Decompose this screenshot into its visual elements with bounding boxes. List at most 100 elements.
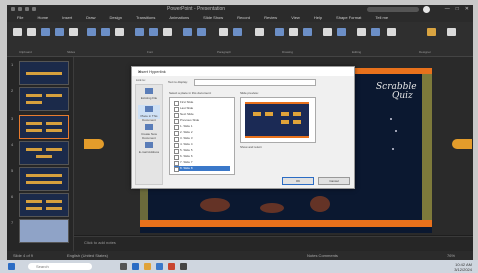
screen-recording-icon[interactable] — [387, 28, 396, 36]
place-list[interactable]: First Slide Last Slide Next Slide Previo… — [169, 97, 235, 175]
group-clipboard: Clipboard — [19, 50, 32, 54]
close-button[interactable]: ✕ — [465, 6, 469, 12]
tab-tell-me[interactable]: Tell me — [375, 14, 388, 22]
category-existing-file[interactable]: Existing File — [138, 87, 160, 101]
list-item[interactable]: 1. Slide 1 — [174, 124, 230, 130]
list-item[interactable]: 2. Slide 2 — [174, 130, 230, 136]
tab-design[interactable]: Design — [109, 14, 121, 22]
text-box-icon[interactable] — [275, 28, 284, 36]
cancel-button[interactable]: Cancel — [318, 177, 350, 185]
system-tray[interactable]: 10:42 AM 3/12/2024 — [454, 262, 472, 272]
new-slide-icon[interactable] — [27, 28, 36, 36]
list-item[interactable]: 5. Slide 5 — [174, 148, 230, 154]
language-indicator[interactable]: English (United States) — [67, 253, 108, 258]
ok-button[interactable]: OK — [282, 177, 314, 185]
avatar[interactable] — [423, 6, 430, 13]
task-view-icon[interactable] — [120, 263, 127, 270]
tab-slide-show[interactable]: Slide Show — [203, 14, 223, 22]
notes-pane[interactable]: Click to add notes — [74, 236, 473, 251]
group-drawing: Drawing — [282, 50, 294, 54]
slide-thumbnail[interactable]: 4 — [11, 141, 69, 165]
shapes-icon[interactable] — [135, 28, 144, 36]
list-item[interactable]: 4. Slide 4 — [174, 142, 230, 148]
edge-icon[interactable] — [132, 263, 139, 270]
smartart-icon[interactable] — [183, 28, 192, 36]
list-item[interactable]: First Slide — [174, 100, 230, 106]
window-controls: — □ ✕ — [445, 6, 469, 12]
app-icon[interactable] — [180, 263, 187, 270]
slide-thumbnail[interactable]: 5 — [11, 167, 69, 191]
slide-thumbnail[interactable]: 7 — [11, 219, 69, 243]
tab-shape-format[interactable]: Shape Format — [336, 14, 361, 22]
slide-thumbnail[interactable]: 2 — [11, 87, 69, 111]
dictate-icon[interactable] — [447, 28, 456, 36]
paste-icon[interactable] — [13, 28, 22, 36]
tab-home[interactable]: Home — [37, 14, 48, 22]
file-explorer-icon[interactable] — [144, 263, 151, 270]
header-footer-icon[interactable] — [289, 28, 298, 36]
comment-icon[interactable] — [255, 28, 264, 36]
tab-draw[interactable]: Draw — [86, 14, 95, 22]
list-item-selected[interactable]: 8. Slide 8 — [174, 166, 230, 172]
video-icon[interactable] — [357, 28, 366, 36]
layout-icon[interactable] — [41, 28, 50, 36]
slide-logo: Scrabble Quiz — [376, 82, 417, 101]
tab-file[interactable]: File — [17, 14, 23, 22]
tab-help[interactable]: Help — [314, 14, 322, 22]
list-item[interactable]: Last Slide — [174, 106, 230, 112]
slide-thumbnail[interactable]: 1 — [11, 61, 69, 85]
link-icon[interactable] — [219, 28, 228, 36]
undo-icon[interactable] — [25, 7, 29, 11]
section-icon[interactable] — [69, 28, 78, 36]
slide-thumbnail-selected[interactable]: 3 — [11, 115, 69, 139]
action-icon[interactable] — [233, 28, 242, 36]
category-place-in-document[interactable]: Place in This Document — [138, 105, 160, 122]
list-item[interactable]: Previous Slide — [174, 118, 230, 124]
category-email[interactable]: E-mail Address — [138, 141, 160, 155]
equation-icon[interactable] — [323, 28, 332, 36]
symbol-icon[interactable] — [337, 28, 346, 36]
windows-start-icon[interactable] — [8, 263, 15, 270]
powerpoint-icon[interactable] — [168, 263, 175, 270]
text-to-display-input[interactable] — [194, 79, 316, 86]
wordart-icon[interactable] — [303, 28, 312, 36]
show-return-checkbox[interactable]: Show and return — [240, 145, 262, 149]
screenshot-icon[interactable] — [115, 28, 124, 36]
3d-models-icon[interactable] — [163, 28, 172, 36]
notes-placeholder: Click to add notes — [84, 240, 116, 245]
tab-transitions[interactable]: Transitions — [136, 14, 155, 22]
minimize-button[interactable]: — — [445, 6, 450, 12]
list-item[interactable]: 3. Slide 3 — [174, 136, 230, 142]
list-item[interactable]: 6. Slide 6 — [174, 154, 230, 160]
category-create-new[interactable]: Create New Document — [138, 123, 160, 140]
maximize-button[interactable]: □ — [456, 6, 459, 12]
chart-icon[interactable] — [197, 28, 206, 36]
reset-icon[interactable] — [55, 28, 64, 36]
designer-icon[interactable] — [427, 28, 436, 36]
autosave-icon[interactable] — [11, 7, 15, 11]
notes-comments-toggle[interactable]: Notes Comments — [307, 253, 338, 258]
list-item[interactable]: Next Slide — [174, 112, 230, 118]
tab-view[interactable]: View — [291, 14, 300, 22]
star-dot — [390, 118, 392, 120]
tab-record[interactable]: Record — [237, 14, 250, 22]
tab-review[interactable]: Review — [264, 14, 277, 22]
search-box[interactable] — [367, 7, 419, 12]
tab-insert[interactable]: Insert — [62, 14, 72, 22]
tab-animations[interactable]: Animations — [169, 14, 189, 22]
icons-icon[interactable] — [149, 28, 158, 36]
picture-icon[interactable] — [101, 28, 110, 36]
table-icon[interactable] — [87, 28, 96, 36]
save-icon[interactable] — [18, 7, 22, 11]
taskbar-search[interactable]: Search — [28, 263, 92, 270]
audio-icon[interactable] — [371, 28, 380, 36]
slide-thumbnail[interactable]: 6 — [11, 193, 69, 217]
list-item[interactable]: 7. Slide 7 — [174, 160, 230, 166]
group-editing: Editing — [352, 50, 362, 54]
zoom-level[interactable]: 76% — [447, 253, 455, 258]
status-bar: Slide 4 of 9 English (United States) Not… — [7, 251, 473, 260]
redo-icon[interactable] — [32, 7, 36, 11]
dialog-close-icon[interactable]: ✕ — [138, 69, 350, 74]
desktop: PowerPoint - Presentation — □ ✕ File Hom… — [0, 0, 478, 273]
store-icon[interactable] — [156, 263, 163, 270]
